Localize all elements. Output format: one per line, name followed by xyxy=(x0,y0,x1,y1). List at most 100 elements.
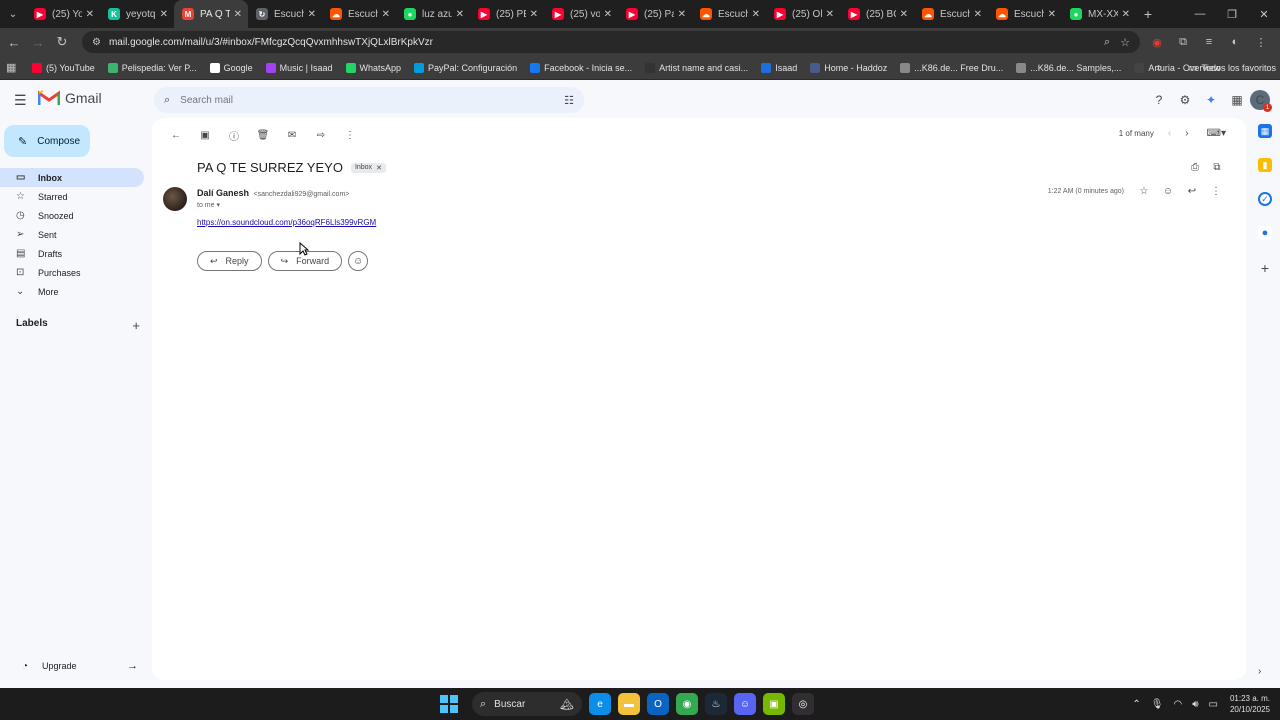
search-icon[interactable]: ⌕ xyxy=(164,94,170,107)
browser-tab[interactable]: ▶ (25) Ol ✕ xyxy=(766,0,840,28)
microphone-icon[interactable]: 🎙︎ xyxy=(1151,699,1164,710)
nav-item-sent[interactable]: ➢ Sent xyxy=(0,225,144,244)
bookmark-item[interactable]: Isaad xyxy=(761,62,797,73)
browser-tab[interactable]: ▶ (25) Pa ✕ xyxy=(618,0,692,28)
older-icon[interactable]: › xyxy=(1185,128,1188,139)
close-tab-icon[interactable]: ✕ xyxy=(1122,9,1130,20)
main-menu-icon[interactable]: ☰ xyxy=(14,92,30,109)
delete-icon[interactable]: 🗑︎ xyxy=(251,126,275,144)
nav-item-drafts[interactable]: ▤ Drafts xyxy=(0,244,144,263)
apps-grid-icon[interactable]: ▦ xyxy=(6,61,32,74)
obs-icon[interactable]: ◎ xyxy=(792,693,814,715)
close-tab-icon[interactable]: ✕ xyxy=(900,9,908,20)
bookmark-item[interactable]: ...K86.de... Free Dru... xyxy=(900,62,1003,73)
tasks-icon[interactable]: ✓ xyxy=(1258,192,1272,206)
nav-item-snoozed[interactable]: ◷ Snoozed xyxy=(0,206,144,225)
print-icon[interactable]: ⎙ xyxy=(1184,162,1206,173)
close-tab-icon[interactable]: ✕ xyxy=(974,9,982,20)
record-extension-icon[interactable]: ◉ xyxy=(1144,30,1170,54)
gmail-logo[interactable]: Gmail xyxy=(38,90,102,106)
upgrade-button[interactable]: ◔ Upgrade → xyxy=(22,660,138,672)
zoom-icon[interactable]: ⌕ xyxy=(1104,36,1110,49)
reload-icon[interactable]: ↻ xyxy=(50,30,74,54)
keep-icon[interactable]: ▮ xyxy=(1258,158,1272,172)
browser-tab[interactable]: ☁ Escuch ✕ xyxy=(692,0,766,28)
nav-item-inbox[interactable]: ▭ Inbox xyxy=(0,168,144,187)
back-icon[interactable]: ← xyxy=(2,30,26,54)
extensions-icon[interactable]: ⧉ xyxy=(1170,30,1196,54)
gemini-icon[interactable]: ✦ xyxy=(1198,90,1224,110)
account-avatar[interactable]: C1 xyxy=(1250,90,1272,112)
chrome-menu-icon[interactable]: ⋮ xyxy=(1248,30,1274,54)
close-window-icon[interactable]: ✕ xyxy=(1248,0,1280,28)
close-tab-icon[interactable]: ✕ xyxy=(752,9,760,20)
report-spam-icon[interactable]: ⓘ xyxy=(222,126,246,144)
tab-search-icon[interactable]: ⌄ xyxy=(0,0,26,28)
close-tab-icon[interactable]: ✕ xyxy=(234,9,242,20)
close-tab-icon[interactable]: ✕ xyxy=(826,9,834,20)
nav-item-more[interactable]: ⌄ More xyxy=(0,282,144,301)
message-more-icon[interactable]: ⋮ xyxy=(1204,186,1228,197)
emoji-reaction-button[interactable]: ☺ xyxy=(348,251,369,271)
close-tab-icon[interactable]: ✕ xyxy=(382,9,390,20)
search-options-icon[interactable]: ☷ xyxy=(564,94,574,107)
contacts-icon[interactable]: ● xyxy=(1258,226,1272,240)
search-bar[interactable]: ⌕ ☷ xyxy=(154,87,584,113)
bookmark-item[interactable]: (5) YouTube xyxy=(32,62,95,73)
close-tab-icon[interactable]: ✕ xyxy=(678,9,686,20)
taskbar-search[interactable]: ⌕ Buscar 🏔︎ xyxy=(472,692,582,716)
browser-tab[interactable]: ☁ Escuch ✕ xyxy=(322,0,396,28)
reply-button[interactable]: ↩ Reply xyxy=(197,251,262,271)
tray-overflow-icon[interactable]: ⌃ xyxy=(1132,699,1140,710)
bookmark-item[interactable]: Music | Isaad xyxy=(265,62,333,73)
address-bar[interactable]: ⚙ mail.google.com/mail/u/3/#inbox/FMfcgz… xyxy=(82,31,1140,53)
browser-tab[interactable]: Kyeyotq ✕ xyxy=(100,0,174,28)
wifi-icon[interactable]: ◠ xyxy=(1173,699,1182,710)
browser-tab[interactable]: ● luz azu ✕ xyxy=(396,0,470,28)
get-addons-icon[interactable]: + xyxy=(1261,260,1269,276)
browser-tab[interactable]: ↻ Escuch ✕ xyxy=(248,0,322,28)
minimize-icon[interactable]: — xyxy=(1184,0,1216,28)
close-tab-icon[interactable]: ✕ xyxy=(456,9,464,20)
input-tools-icon[interactable]: ⌨▾ xyxy=(1207,128,1226,139)
close-tab-icon[interactable]: ✕ xyxy=(530,9,538,20)
remove-label-icon[interactable]: ✕ xyxy=(376,164,382,172)
file-explorer-icon[interactable]: ▬ xyxy=(618,693,640,715)
bookmark-item[interactable]: Facebook - Inicia se... xyxy=(530,62,632,73)
nvidia-icon[interactable]: ▣ xyxy=(763,693,785,715)
forward-icon[interactable]: → xyxy=(26,30,50,54)
nav-item-purchases[interactable]: ⊡ Purchases xyxy=(0,263,144,282)
browser-tab[interactable]: M PA Q TE ✕ xyxy=(174,0,248,28)
bookmark-item[interactable]: Artist name and casi... xyxy=(645,62,748,73)
browser-tab[interactable]: ▶ (25) BO ✕ xyxy=(840,0,914,28)
reply-icon[interactable]: ↩ xyxy=(1180,186,1204,197)
restore-icon[interactable]: ❐ xyxy=(1216,0,1248,28)
profile-icon[interactable]: ◐ xyxy=(1222,30,1248,54)
close-tab-icon[interactable]: ✕ xyxy=(1048,9,1056,20)
recipient-details[interactable]: to me ▾ xyxy=(197,201,220,209)
bookmark-item[interactable]: PayPal: Configuración xyxy=(414,62,517,73)
bookmark-item[interactable]: Google xyxy=(209,62,253,73)
bookmark-item[interactable]: Home - Haddoz xyxy=(810,62,887,73)
browser-tab[interactable]: ▶ (25) vo ✕ xyxy=(544,0,618,28)
nav-item-starred[interactable]: ☆ Starred xyxy=(0,187,144,206)
newer-icon[interactable]: ‹ xyxy=(1168,128,1171,139)
windows-start-icon[interactable] xyxy=(440,695,458,713)
calendar-icon[interactable]: ▦ xyxy=(1258,124,1272,138)
soundcloud-link[interactable]: https://on.soundcloud.com/p36oqRF6Lls399… xyxy=(197,218,376,227)
open-new-window-icon[interactable]: ⧉ xyxy=(1206,162,1228,173)
close-tab-icon[interactable]: ✕ xyxy=(604,9,612,20)
more-bookmarks-icon[interactable]: » xyxy=(1156,56,1162,80)
create-label-icon[interactable]: + xyxy=(132,318,140,333)
settings-gear-icon[interactable]: ⚙ xyxy=(1172,90,1198,110)
browser-tab[interactable]: ● MX-XX ✕ xyxy=(1062,0,1136,28)
clock[interactable]: 01:23 a. m. 20/10/2025 xyxy=(1230,693,1270,715)
battery-icon[interactable]: ▭ xyxy=(1209,699,1218,710)
star-icon[interactable]: ☆ xyxy=(1132,186,1156,197)
discord-icon[interactable]: ☺ xyxy=(734,693,756,715)
all-bookmarks[interactable]: ▭ Todos los favoritos xyxy=(1188,56,1276,80)
bookmark-item[interactable]: ...K86.de... Samples,... xyxy=(1016,62,1121,73)
browser-tab[interactable]: ▶ (25) Yo ✕ xyxy=(26,0,100,28)
close-tab-icon[interactable]: ✕ xyxy=(86,9,94,20)
sender-avatar[interactable] xyxy=(163,187,187,211)
